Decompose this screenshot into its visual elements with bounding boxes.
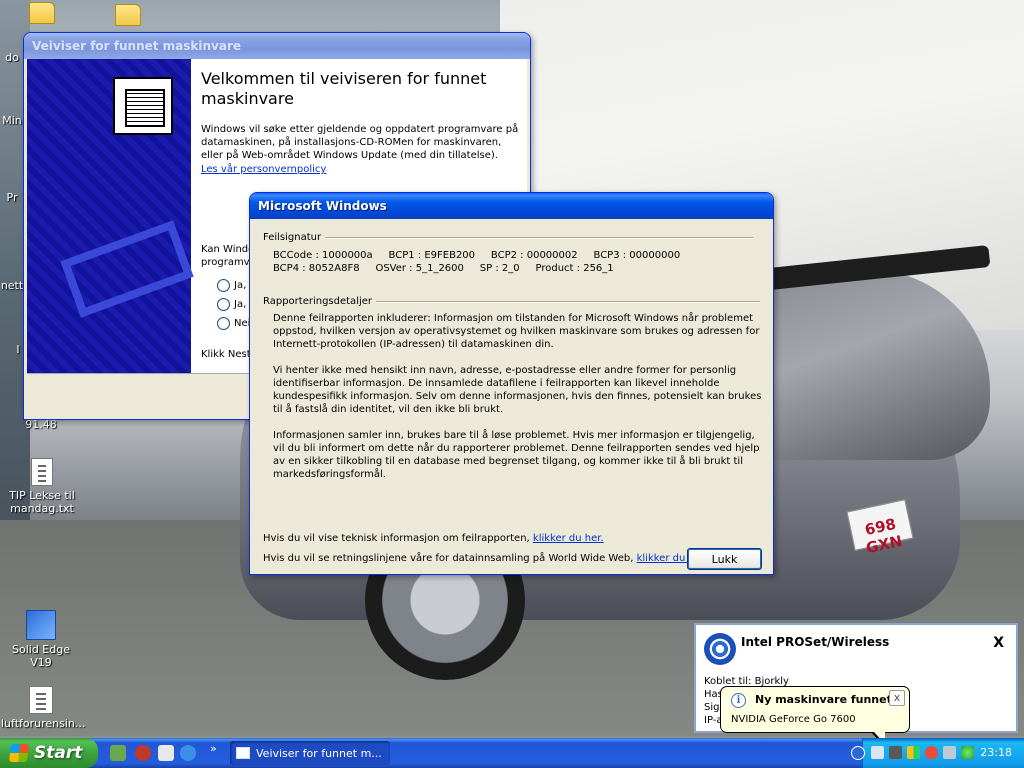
close-button[interactable]: Lukk <box>687 548 762 570</box>
error-dialog-body: Feilsignatur BCCode : 1000000a BCP1 : E9… <box>253 219 770 571</box>
technical-info-line: Hvis du vil vise teknisk informasjon om … <box>263 533 604 544</box>
wizard-side-banner <box>27 59 194 373</box>
tray-wireless-icon[interactable] <box>961 746 974 759</box>
taskbar: Start » Veiviser for funnet m... 23:18 <box>0 738 1024 768</box>
system-tray: 23:18 <box>851 738 1024 768</box>
balloon-close-icon[interactable]: x <box>889 690 905 706</box>
taskbar-button-label: Veiviser for funnet m... <box>256 746 382 760</box>
policy-line: Hvis du vil se retningslinjene våre for … <box>263 553 707 564</box>
quicklaunch-desktop-icon[interactable] <box>110 745 126 761</box>
tray-security-icon[interactable] <box>925 746 938 759</box>
intel-close-icon[interactable]: X <box>993 635 1004 651</box>
shortcut-icon <box>26 610 56 640</box>
intel-title: Intel PROSet/Wireless <box>741 635 890 649</box>
policy-text: Hvis du vil se retningslinjene våre for … <box>263 553 637 564</box>
wizard-titlebar[interactable]: Veiviser for funnet maskinvare <box>24 33 530 59</box>
desktop-icon-tip-lekse[interactable]: TIP Lekse til mandag.txt <box>2 458 82 515</box>
taskbar-button-wizard[interactable]: Veiviser for funnet m... <box>230 741 390 765</box>
details-paragraph-2: Vi henter ikke med hensikt inn navn, adr… <box>273 365 762 415</box>
desktop-icon-luftforurensing[interactable]: luftforurensin... <box>1 686 85 730</box>
details-group: Rapporteringsdetaljer <box>263 296 760 307</box>
folder-icon <box>29 2 55 24</box>
windows-logo-icon <box>9 744 29 762</box>
quicklaunch-mail-icon[interactable] <box>158 745 174 761</box>
desktop-icon-label: TIP Lekse til mandag.txt <box>9 489 75 515</box>
signature-group: Feilsignatur <box>263 232 753 243</box>
signature-line-1: BCCode : 1000000a BCP1 : E9FEB200 BCP2 :… <box>273 250 681 261</box>
quicklaunch-overflow-icon[interactable]: » <box>210 742 217 755</box>
error-dialog-title: Microsoft Windows <box>258 199 387 213</box>
start-button[interactable]: Start <box>0 738 98 768</box>
details-header: Rapporteringsdetaljer <box>263 296 373 307</box>
tray-display-icon[interactable] <box>907 746 920 759</box>
wizard-banner-stripe <box>60 220 194 318</box>
balloon-body: NVIDIA GeForce Go 7600 <box>731 714 856 725</box>
quicklaunch-media-icon[interactable] <box>135 745 151 761</box>
wizard-question: Kan Windo programva <box>201 244 256 268</box>
tray-monitor-icon[interactable] <box>943 746 956 759</box>
clock[interactable]: 23:18 <box>980 746 1012 759</box>
desktop-icon-label: luftforurensin... <box>1 717 86 730</box>
wizard-heading: Velkommen til veiviseren for funnet mask… <box>201 69 487 108</box>
hardware-icon <box>113 77 173 135</box>
tray-expand-icon[interactable] <box>851 746 865 760</box>
balloon-title: Ny maskinvare funnet <box>755 693 892 706</box>
radio-button[interactable] <box>217 279 230 292</box>
text-file-icon <box>31 458 53 486</box>
signature-line-2: BCP4 : 8052A8F8 OSVer : 5_1_2600 SP : 2_… <box>273 263 614 274</box>
document-icon <box>29 686 53 714</box>
technical-info-text: Hvis du vil vise teknisk informasjon om … <box>263 533 533 544</box>
privacy-link[interactable]: Les vår personvernpolicy <box>201 164 326 175</box>
window-icon <box>236 747 250 759</box>
desktop-icon-top-left[interactable] <box>2 2 82 27</box>
wizard-title: Veiviser for funnet maskinvare <box>32 39 242 53</box>
wireless-logo-icon <box>704 633 736 665</box>
technical-info-link[interactable]: klikker du her. <box>533 533 604 544</box>
radio-button[interactable] <box>217 298 230 311</box>
wizard-intro: Windows vil søke etter gjeldende og oppd… <box>201 124 519 161</box>
desktop-icon-solid-edge[interactable]: Solid Edge V19 <box>1 610 81 669</box>
folder-icon <box>115 4 141 26</box>
details-paragraph-3: Informasjonen samler inn, brukes bare ti… <box>273 430 760 480</box>
details-paragraph-1: Denne feilrapporten inkluderer: Informas… <box>273 313 760 350</box>
tray-hardware-icon[interactable] <box>871 746 884 759</box>
info-icon: i <box>731 693 746 708</box>
radio-button[interactable] <box>217 317 230 330</box>
error-dialog-titlebar[interactable]: Microsoft Windows <box>250 193 773 219</box>
tray-network-icon[interactable] <box>889 746 902 759</box>
signature-header: Feilsignatur <box>263 232 322 243</box>
start-label: Start <box>34 743 83 763</box>
wizard-content: Velkommen til veiviseren for funnet mask… <box>201 69 521 175</box>
desktop-icon-folder[interactable] <box>88 4 168 29</box>
new-hardware-balloon[interactable]: i Ny maskinvare funnet x NVIDIA GeForce … <box>720 686 910 747</box>
error-dialog[interactable]: Microsoft Windows Feilsignatur BCCode : … <box>249 192 774 575</box>
desktop-icon-label: Solid Edge V19 <box>12 643 70 669</box>
quicklaunch-browser-icon[interactable] <box>180 745 196 761</box>
